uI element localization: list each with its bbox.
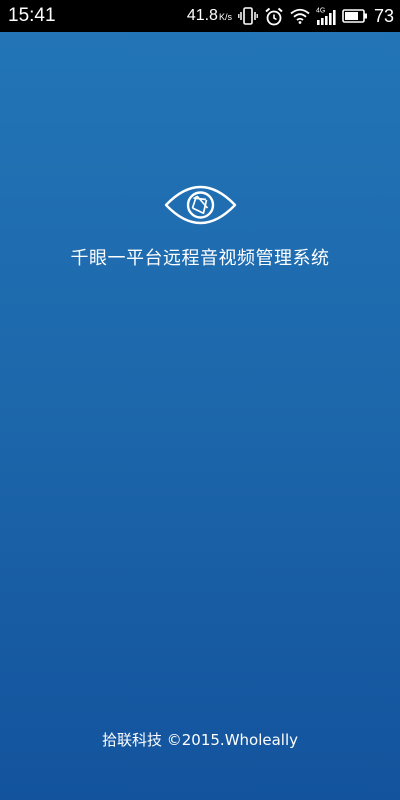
status-icons: 41.8 K/s 4G 73 [187, 6, 394, 27]
network-type-label: 4G [316, 8, 325, 15]
status-bar: 15:41 41.8 K/s 4G 73 [0, 0, 400, 32]
alarm-icon [264, 7, 284, 26]
battery-icon [342, 8, 368, 24]
network-speed: 41.8 K/s [187, 7, 232, 25]
vibrate-icon [238, 7, 258, 25]
status-time: 15:41 [8, 5, 56, 26]
network-speed-unit: K/s [218, 12, 232, 22]
battery-level: 73 [373, 5, 394, 26]
network-speed-value: 41.8 [186, 7, 218, 24]
eye-aperture-icon [163, 181, 238, 229]
app-title: 千眼一平台远程音视频管理系统 [70, 248, 330, 269]
copyright-text: 拾联科技 ©2015.Wholeally [101, 731, 299, 749]
splash-screen: 15:41 41.8 K/s 4G 73 千眼一平台远程音视频管理系统 拾联科技… [0, 0, 400, 800]
wifi-icon [290, 8, 310, 24]
cellular-signal-icon: 4G [316, 6, 336, 26]
